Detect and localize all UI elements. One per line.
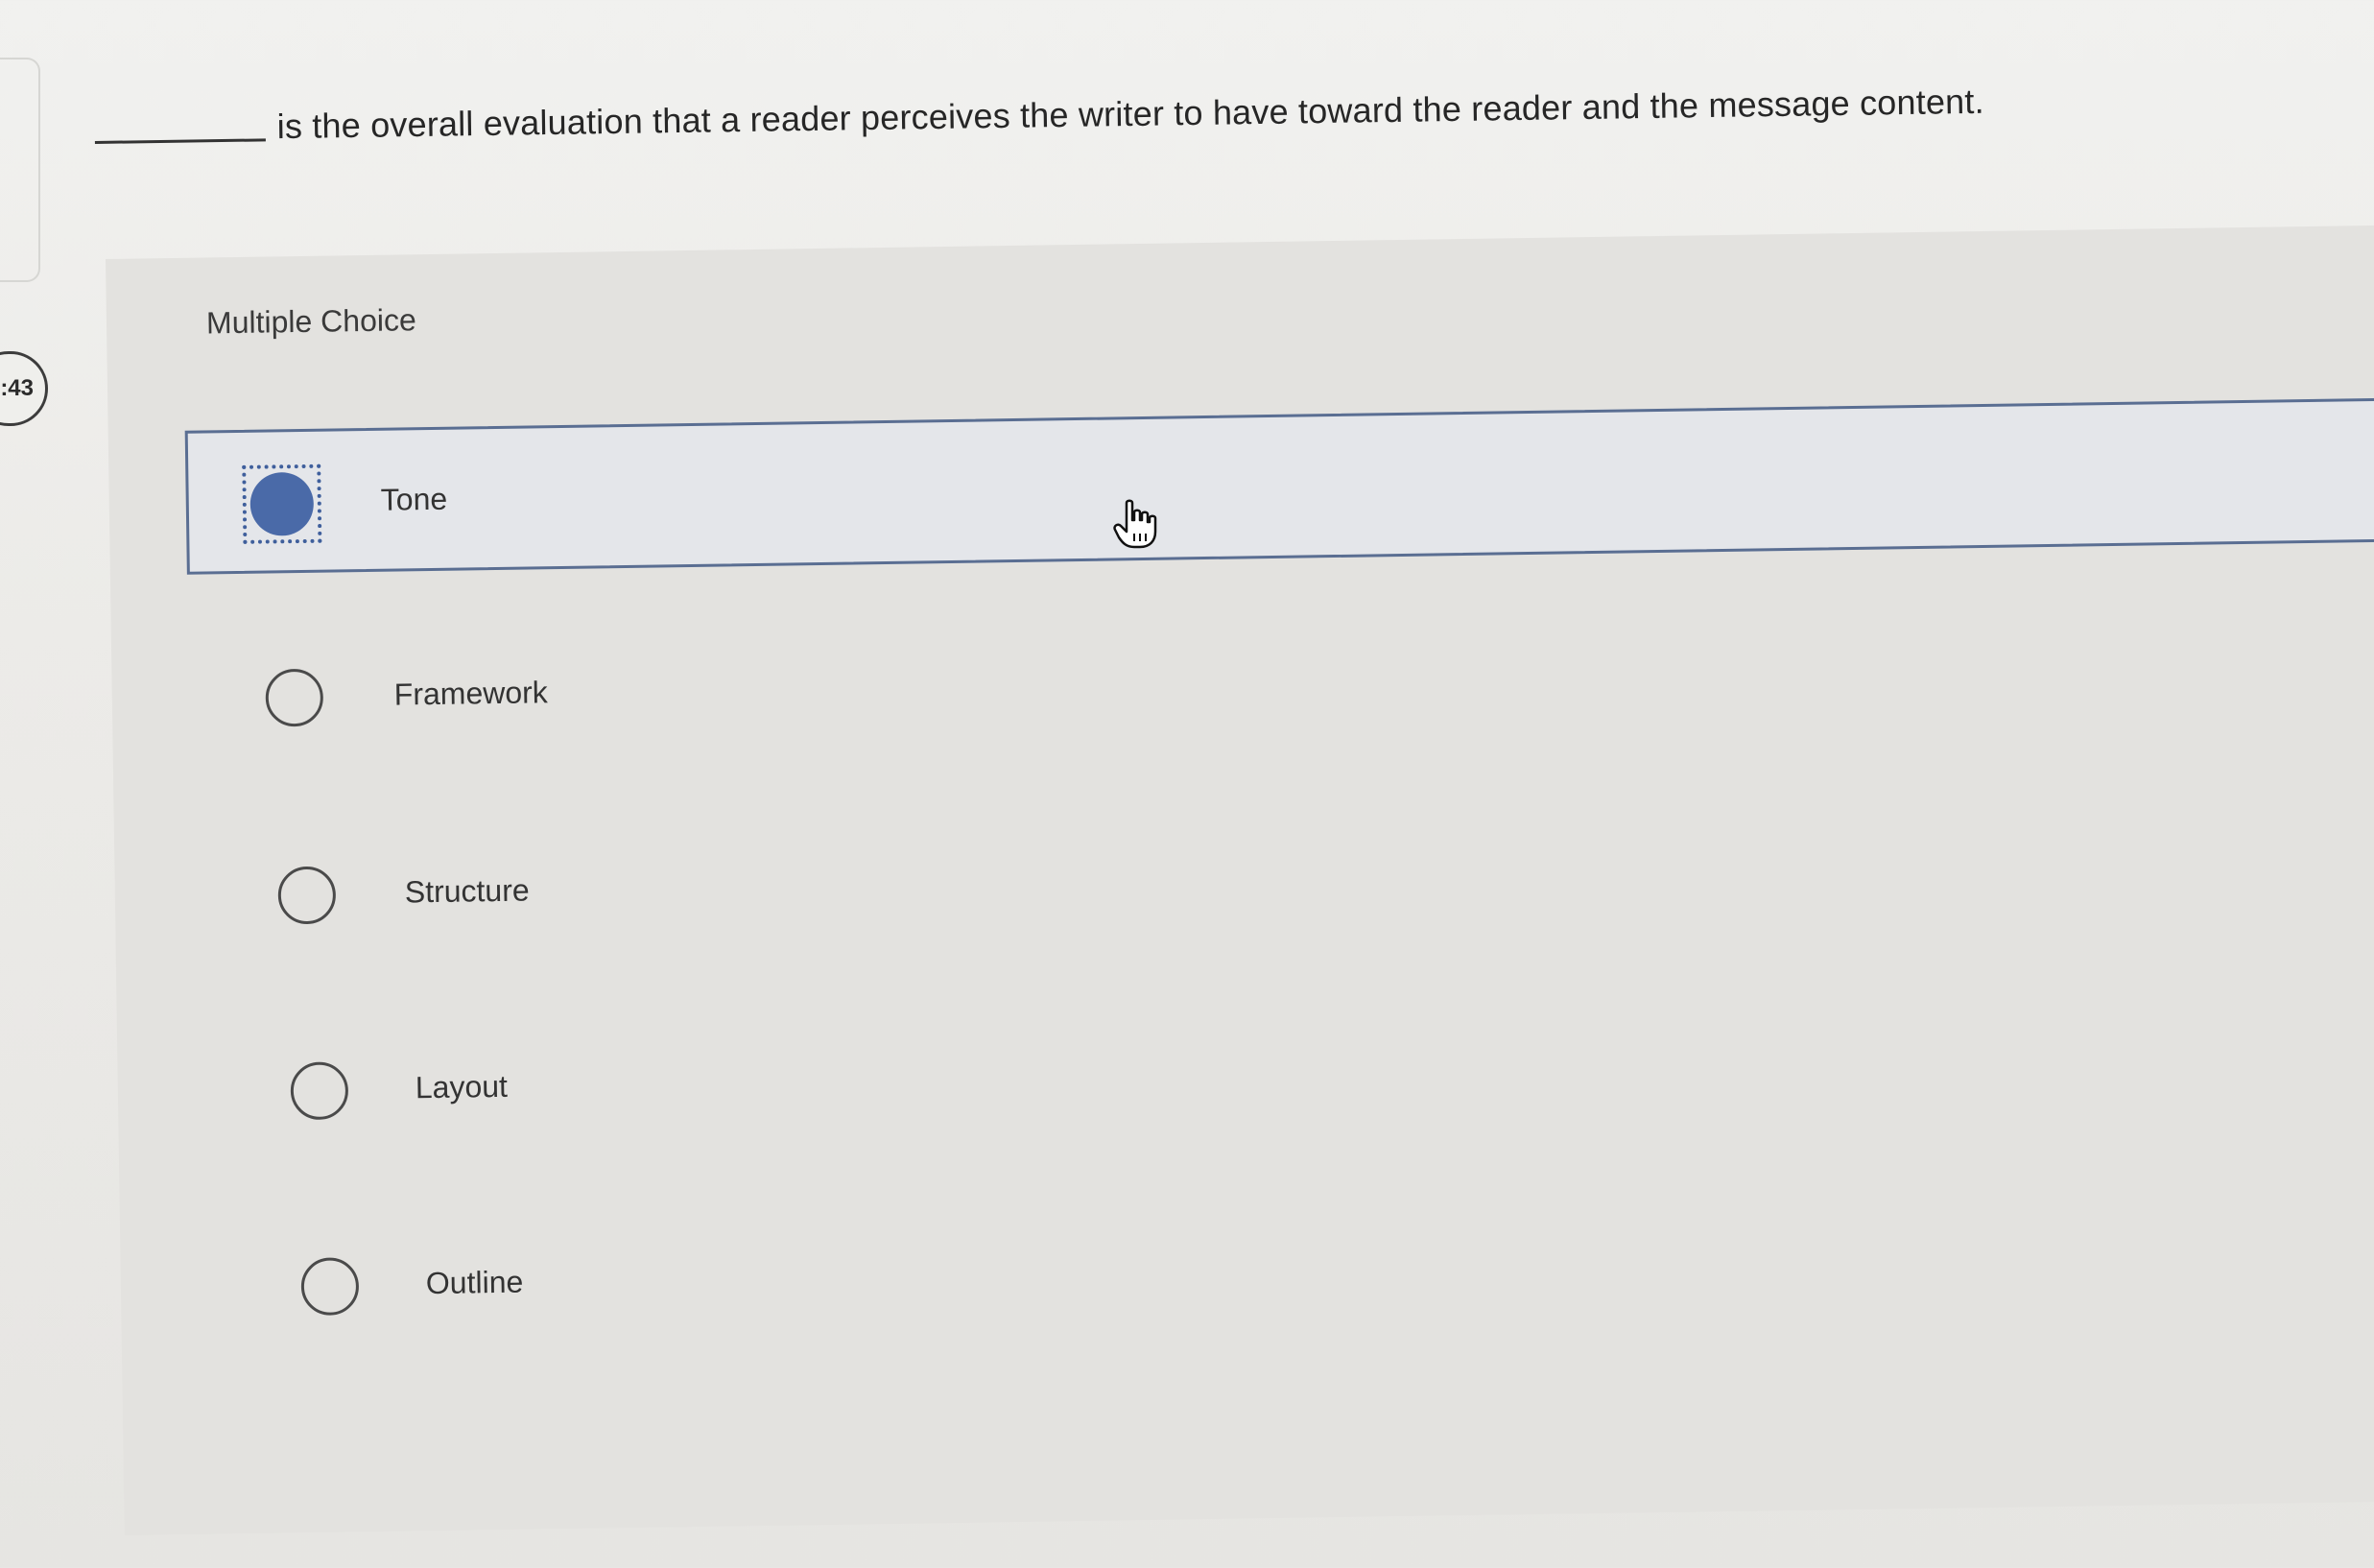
multiple-choice-panel: Multiple Choice Tone Framework Structure… bbox=[106, 225, 2374, 1535]
option-label-structure: Structure bbox=[404, 872, 530, 910]
radio-layout[interactable] bbox=[290, 1061, 349, 1121]
option-layout[interactable]: Layout bbox=[194, 991, 2374, 1170]
option-label-outline: Outline bbox=[425, 1264, 524, 1301]
question-text: is the overall evaluation that a reader … bbox=[276, 81, 1985, 147]
option-framework[interactable]: Framework bbox=[188, 598, 2374, 776]
question-prompt: is the overall evaluation that a reader … bbox=[94, 50, 2302, 150]
radio-outline[interactable] bbox=[300, 1257, 360, 1317]
left-sidebar-edge bbox=[0, 58, 40, 282]
radio-selected-dot bbox=[249, 471, 315, 536]
radio-tone[interactable] bbox=[242, 463, 322, 544]
option-outline[interactable]: Outline bbox=[197, 1187, 2374, 1366]
hand-pointer-icon bbox=[1113, 499, 1157, 549]
option-label-layout: Layout bbox=[415, 1068, 509, 1105]
fill-in-blank-line bbox=[94, 138, 266, 144]
multiple-choice-label: Multiple Choice bbox=[205, 302, 417, 341]
radio-framework[interactable] bbox=[265, 668, 324, 727]
option-structure[interactable]: Structure bbox=[191, 796, 2374, 974]
radio-structure[interactable] bbox=[277, 866, 337, 925]
timer-text: :43 bbox=[0, 375, 34, 401]
timer-badge: :43 bbox=[0, 351, 48, 426]
option-tone[interactable]: Tone bbox=[184, 396, 2374, 575]
option-label-tone: Tone bbox=[380, 481, 448, 517]
option-label-framework: Framework bbox=[393, 675, 549, 712]
